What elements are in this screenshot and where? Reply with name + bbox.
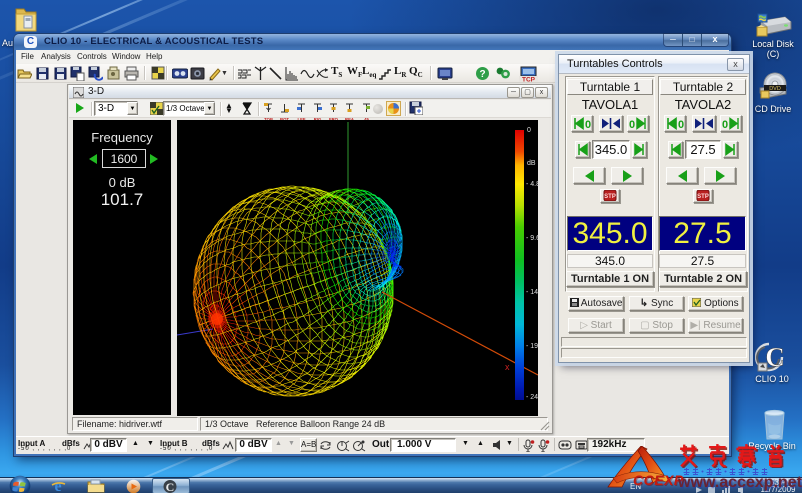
svg-text:C: C [166,480,175,493]
svg-text:STP: STP [697,194,709,200]
svg-text:0: 0 [722,119,728,131]
svg-text:x: x [505,362,510,372]
svg-text:?: ? [479,69,485,80]
svg-text:0: 0 [678,119,684,131]
svg-text:TCP: TCP [522,77,536,83]
svg-text:C: C [765,342,785,372]
svg-text:DVD: DVD [769,86,781,92]
svg-text:0: 0 [585,119,591,131]
svg-text:STP: STP [604,194,616,200]
svg-text:0: 0 [629,119,635,131]
svg-text:e: e [54,478,61,493]
